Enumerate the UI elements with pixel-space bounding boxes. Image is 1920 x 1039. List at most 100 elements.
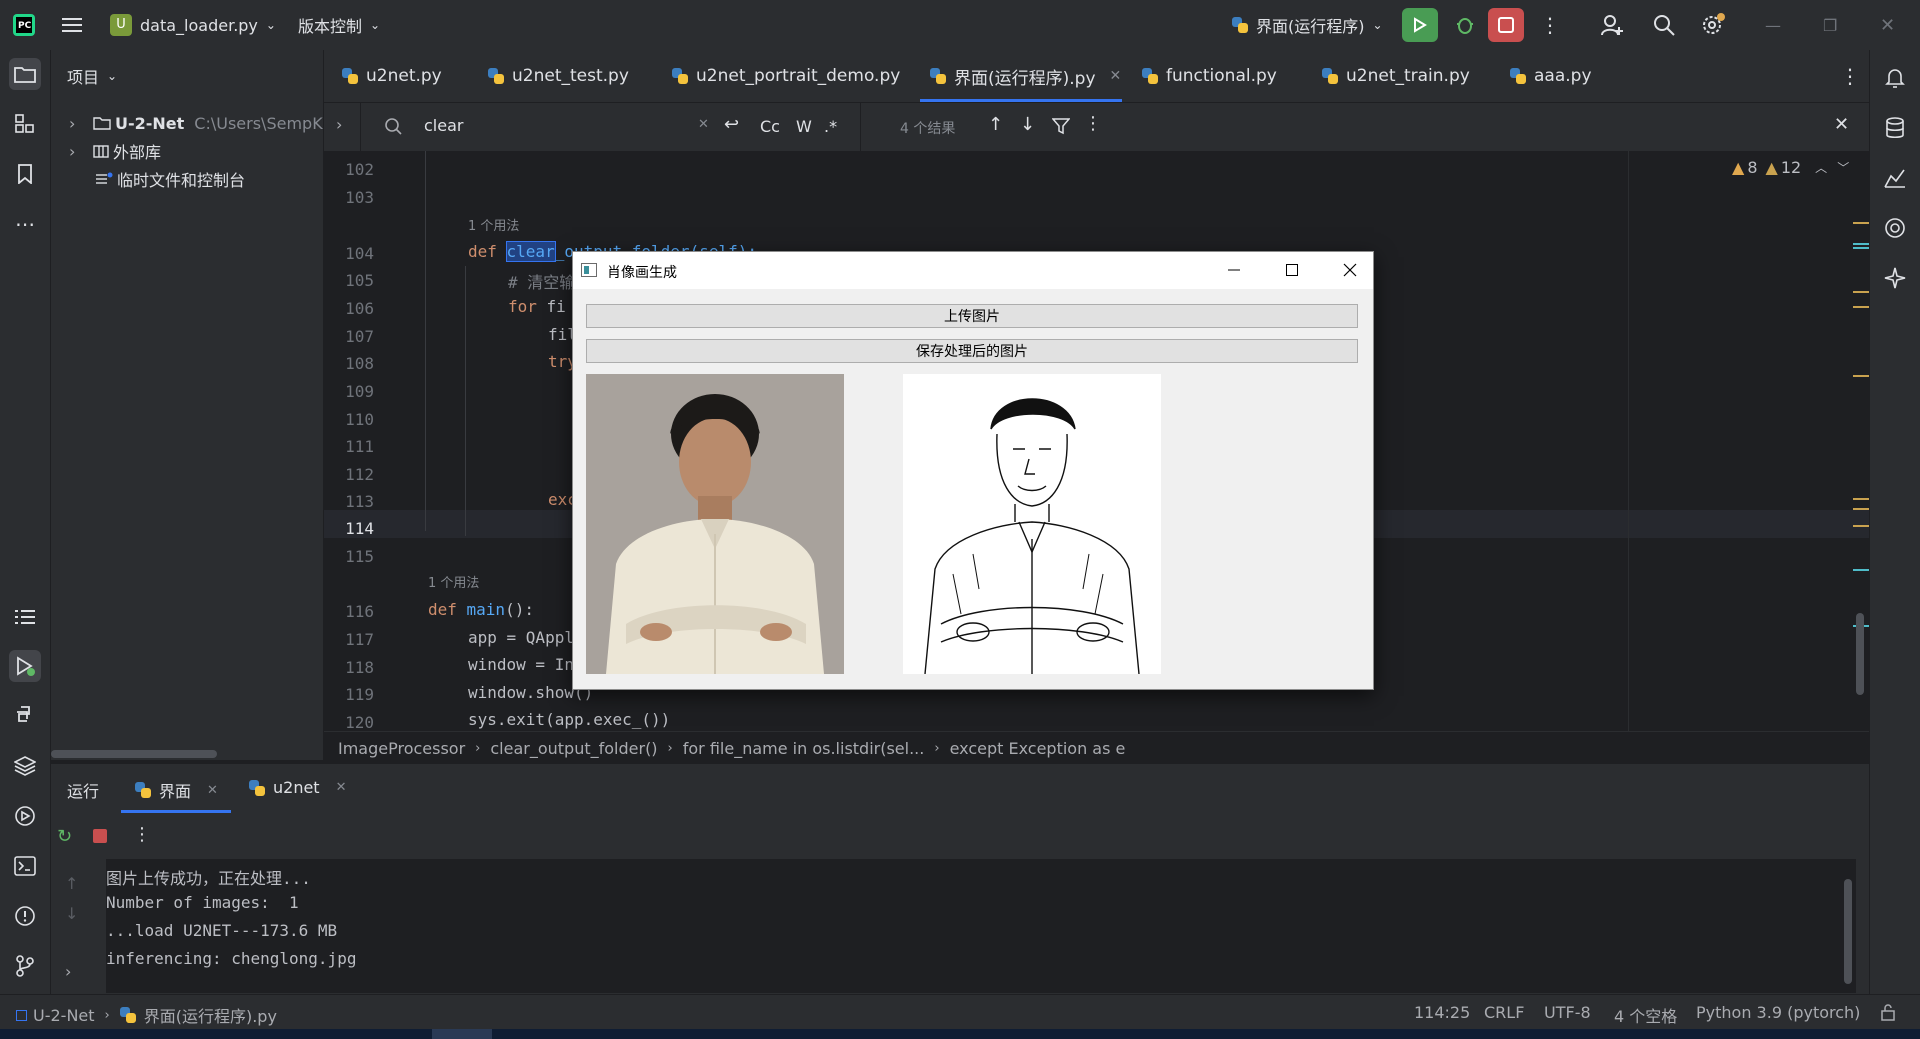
new-line-icon[interactable]: ↩ bbox=[724, 114, 739, 135]
scroll-down-icon[interactable]: ↓ bbox=[65, 904, 78, 923]
notifications-bell-icon[interactable] bbox=[1879, 62, 1911, 94]
breadcrumb-item[interactable]: for file_name in os.listdir(sel... bbox=[683, 739, 925, 758]
tab-u2net-portrait-demo[interactable]: u2net_portrait_demo.py bbox=[672, 50, 900, 102]
run-tab-jiemian[interactable]: 界面 ✕ bbox=[135, 778, 218, 802]
whole-words-toggle[interactable]: W bbox=[796, 117, 812, 136]
warning-stripe-marker[interactable] bbox=[1853, 508, 1869, 510]
scroll-up-icon[interactable]: ↑ bbox=[65, 874, 78, 893]
line-separator[interactable]: CRLF bbox=[1484, 1003, 1524, 1022]
problems-icon[interactable] bbox=[9, 900, 41, 932]
python-console-icon[interactable] bbox=[9, 700, 41, 732]
previous-occurrence-icon[interactable]: ↑ bbox=[988, 114, 1003, 135]
status-breadcrumb[interactable]: U-2-Net › 界面(运行程序).py bbox=[16, 1003, 277, 1027]
indent-settings[interactable]: 4 个空格 bbox=[1614, 1003, 1677, 1027]
tree-item-root[interactable]: › U-2-Net C:\Users\SempKi bbox=[51, 109, 327, 137]
caret-position[interactable]: 114:25 bbox=[1414, 1003, 1470, 1022]
match-stripe-marker[interactable] bbox=[1853, 247, 1869, 249]
console-output[interactable]: 图片上传成功，正在处理... Number of images: 1 ...lo… bbox=[106, 859, 1856, 993]
stop-button[interactable] bbox=[1488, 8, 1524, 42]
tab-functional[interactable]: functional.py bbox=[1142, 50, 1277, 102]
breadcrumb-item[interactable]: clear_output_folder() bbox=[490, 739, 657, 758]
settings-gear-icon[interactable] bbox=[1700, 0, 1726, 50]
warning-stripe-marker[interactable] bbox=[1853, 306, 1869, 308]
structure-icon[interactable] bbox=[9, 108, 41, 140]
chevron-down-icon[interactable]: ﹀ bbox=[1837, 159, 1849, 176]
console-scrollbar[interactable] bbox=[1844, 879, 1852, 984]
tab-aaa[interactable]: aaa.py bbox=[1510, 50, 1592, 102]
upload-image-button[interactable]: 上传图片 bbox=[586, 304, 1358, 328]
run-tab-u2net[interactable]: u2net ✕ bbox=[249, 778, 346, 797]
rerun-button[interactable] bbox=[1402, 8, 1438, 42]
next-occurrence-icon[interactable]: ↓ bbox=[1020, 114, 1035, 135]
close-tab-icon[interactable]: ✕ bbox=[336, 780, 347, 795]
rerun-icon[interactable]: ↻ bbox=[57, 826, 72, 847]
main-menu-icon[interactable] bbox=[62, 0, 84, 50]
bookmark-icon[interactable] bbox=[9, 158, 41, 190]
python-interpreter[interactable]: Python 3.9 (pytorch) bbox=[1696, 1003, 1860, 1022]
breadcrumb-item[interactable]: ImageProcessor bbox=[338, 739, 465, 758]
warning-stripe-marker[interactable] bbox=[1853, 222, 1869, 224]
tab-u2net[interactable]: u2net.py bbox=[342, 50, 442, 102]
usage-hint[interactable]: 1 个用法 bbox=[468, 215, 519, 234]
save-processed-image-button[interactable]: 保存处理后的图片 bbox=[586, 339, 1358, 363]
filter-icon[interactable] bbox=[1051, 117, 1071, 139]
warning-stripe-marker[interactable] bbox=[1853, 291, 1869, 293]
tab-u2net-test[interactable]: u2net_test.py bbox=[488, 50, 629, 102]
tree-item-external-libs[interactable]: › 外部库 bbox=[51, 137, 161, 165]
stop-icon[interactable] bbox=[93, 829, 107, 843]
read-only-lock-icon[interactable] bbox=[1880, 1003, 1896, 1025]
match-case-toggle[interactable]: Cc bbox=[760, 117, 780, 136]
tree-item-scratches[interactable]: 临时文件和控制台 bbox=[51, 165, 245, 193]
close-window-icon[interactable]: ✕ bbox=[1880, 0, 1895, 50]
find-query-input[interactable]: clear bbox=[424, 116, 463, 135]
dialog-title-bar[interactable]: 肖像画生成 bbox=[573, 252, 1373, 289]
warning-stripe-marker[interactable] bbox=[1853, 525, 1869, 527]
minimize-window-icon[interactable]: — bbox=[1765, 0, 1781, 50]
find-more-options-icon[interactable]: ⋮ bbox=[1084, 113, 1102, 134]
console-input-chevron-icon[interactable]: › bbox=[65, 962, 71, 981]
run-config-selector[interactable]: 界面(运行程序) ⌄ bbox=[1232, 0, 1383, 50]
tab-actions-more-icon[interactable]: ⋮ bbox=[1840, 50, 1860, 102]
run-more-options-icon[interactable]: ⋮ bbox=[133, 824, 151, 845]
chevron-up-icon[interactable]: ︿ bbox=[1815, 159, 1827, 176]
todo-list-icon[interactable] bbox=[9, 601, 41, 633]
layers-icon[interactable] bbox=[9, 750, 41, 782]
services-icon[interactable] bbox=[9, 800, 41, 832]
warning-stripe-marker[interactable] bbox=[1853, 375, 1869, 377]
more-actions-icon[interactable]: ⋮ bbox=[1540, 0, 1560, 50]
project-panel-header[interactable]: 项目 ⌄ bbox=[67, 64, 117, 88]
dialog-minimize-icon[interactable] bbox=[1219, 256, 1249, 284]
restore-window-icon[interactable]: ❐ bbox=[1823, 0, 1837, 50]
sciview-chart-icon[interactable] bbox=[1879, 162, 1911, 194]
vertical-scrollbar[interactable] bbox=[1856, 613, 1864, 695]
match-stripe-marker[interactable] bbox=[1853, 569, 1869, 571]
expand-replace-chevron-icon[interactable]: › bbox=[336, 115, 342, 134]
account-icon[interactable] bbox=[1600, 0, 1624, 50]
dialog-close-icon[interactable] bbox=[1335, 256, 1365, 284]
breadcrumb-item[interactable]: except Exception as e bbox=[950, 739, 1126, 758]
terminal-icon[interactable] bbox=[9, 850, 41, 882]
warning-stripe-marker[interactable] bbox=[1853, 498, 1869, 500]
search-icon[interactable] bbox=[1652, 0, 1676, 50]
project-widget[interactable]: U data_loader.py ⌄ bbox=[110, 0, 276, 50]
match-stripe-marker[interactable] bbox=[1853, 243, 1869, 245]
endpoints-icon[interactable] bbox=[1879, 212, 1911, 244]
git-branch-icon[interactable] bbox=[9, 950, 41, 982]
tab-jiemian-active[interactable]: 界面(运行程序).py ✕ bbox=[930, 50, 1121, 102]
vcs-widget[interactable]: 版本控制 ⌄ bbox=[298, 0, 380, 50]
close-find-icon[interactable]: ✕ bbox=[1834, 114, 1849, 135]
ai-assistant-sparkle-icon[interactable] bbox=[1879, 262, 1911, 294]
more-tools-icon[interactable]: ⋯ bbox=[9, 208, 41, 240]
regex-toggle[interactable]: .* bbox=[824, 117, 837, 136]
debug-button[interactable] bbox=[1448, 8, 1482, 42]
close-tab-icon[interactable]: ✕ bbox=[1110, 68, 1122, 84]
file-encoding[interactable]: UTF-8 bbox=[1544, 1003, 1591, 1022]
usage-hint[interactable]: 1 个用法 bbox=[428, 572, 479, 591]
pycharm-logo-icon[interactable]: PC bbox=[12, 0, 36, 50]
tab-u2net-train[interactable]: u2net_train.py bbox=[1322, 50, 1470, 102]
clear-query-icon[interactable]: ✕ bbox=[698, 117, 709, 132]
database-icon[interactable] bbox=[1879, 112, 1911, 144]
run-tool-icon[interactable] bbox=[9, 650, 41, 682]
dialog-maximize-icon[interactable] bbox=[1277, 256, 1307, 284]
project-tool-folder-icon[interactable] bbox=[9, 58, 41, 90]
